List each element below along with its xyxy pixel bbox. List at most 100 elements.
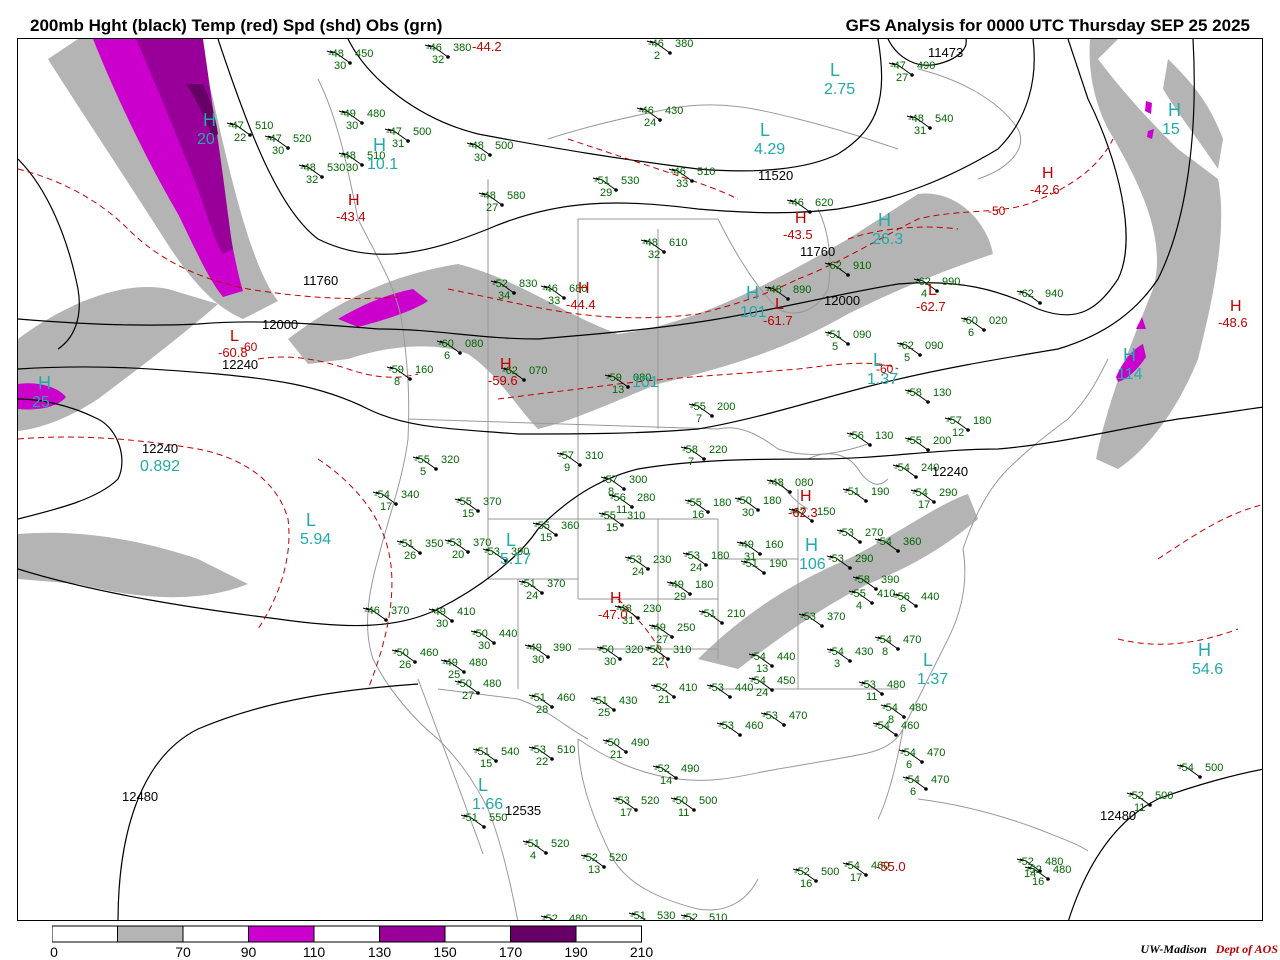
- ob-dewpoint-spread: 20: [452, 549, 464, 561]
- temp-extremum-value: -48.6: [1218, 315, 1248, 330]
- ob-temperature: -54: [882, 702, 898, 714]
- station-ob: -54 470 8: [874, 634, 921, 658]
- station-dot: [932, 500, 936, 504]
- ob-height: 470: [927, 747, 945, 759]
- ob-temperature: -52: [794, 866, 810, 878]
- station-ob: -51 550: [460, 812, 507, 829]
- ob-height: 500: [1155, 790, 1173, 802]
- station-ob: -55 370 15: [454, 496, 501, 520]
- speed-center: L2.75: [824, 60, 855, 98]
- ob-height: 490: [917, 60, 935, 72]
- ob-temperature: -54: [750, 675, 766, 687]
- station-dot: [846, 273, 850, 277]
- station-ob: -57 310 9: [556, 450, 603, 474]
- temp-extremum: H-48.6: [1218, 298, 1248, 330]
- station-dot: [476, 691, 480, 695]
- ob-temperature: -56: [848, 430, 864, 442]
- station-dot: [554, 533, 558, 537]
- ob-temperature: -50: [456, 678, 472, 690]
- station-ob: -55 180 16: [684, 497, 731, 521]
- station-dot: [458, 351, 462, 355]
- ob-height: 090: [925, 340, 943, 352]
- station-dot: [413, 660, 417, 664]
- speed-center-value: 4.29: [754, 141, 785, 158]
- colorbar-segment: [52, 925, 118, 943]
- temp-contour-label: -60: [240, 340, 258, 354]
- station-ob: -48 530 32: [298, 162, 345, 186]
- ob-height: 520: [551, 838, 569, 850]
- ob-temperature: -48: [468, 140, 484, 152]
- station-dot: [788, 490, 792, 494]
- ob-temperature: -48: [768, 477, 784, 489]
- station-ob: -52 500 16: [792, 866, 839, 890]
- ob-temperature: -51: [474, 746, 490, 758]
- temp-extremum: H-42.6: [1030, 165, 1060, 197]
- ob-dewpoint-spread: 13: [588, 864, 600, 876]
- ob-height: 910: [853, 260, 871, 272]
- chart-title-right: GFS Analysis for 0000 UTC Thursday SEP 2…: [845, 16, 1250, 35]
- geography: [317, 68, 1109, 920]
- station-ob: -53 480 11: [858, 679, 905, 703]
- speed-center-letter: H: [1168, 100, 1181, 120]
- ob-temperature: -62: [1018, 288, 1034, 300]
- ob-temperature: -51: [844, 486, 860, 498]
- colorbar-segment: [117, 925, 184, 943]
- speed-center-value: 0.892: [140, 458, 180, 475]
- station-ob: -49 480 30: [338, 108, 385, 132]
- ob-dewpoint-spread: 32: [648, 249, 660, 261]
- station-ob: -47 520 30: [264, 133, 311, 157]
- ob-temperature: -60: [962, 315, 978, 327]
- ob-height: 470: [903, 634, 921, 646]
- ob-height: 080: [465, 338, 483, 350]
- station-ob: -51 430 25: [590, 695, 637, 719]
- station-dot: [1046, 877, 1050, 881]
- ob-temperature: -58: [682, 444, 698, 456]
- station-ob: -55 200: [904, 435, 951, 452]
- ob-temperature: -48: [480, 190, 496, 202]
- ob-dewpoint-spread: 24: [526, 590, 538, 602]
- station-dot: [646, 567, 650, 571]
- station-dot: [690, 179, 694, 183]
- ob-height: 180: [763, 495, 781, 507]
- station-dot: [720, 621, 724, 625]
- ob-height: 490: [631, 737, 649, 749]
- station-ob: -54 460: [872, 720, 919, 737]
- station-dot: [476, 509, 480, 513]
- ob-temperature: -51: [520, 578, 536, 590]
- temp-extremum: -55.0: [876, 859, 906, 874]
- temp-extremum-letter: L: [775, 296, 784, 313]
- station-dot: [550, 705, 554, 709]
- ob-dewpoint-spread: 11: [678, 807, 689, 819]
- ob-dewpoint-spread: 30: [436, 618, 448, 630]
- ob-height: 540: [935, 113, 953, 125]
- ob-temperature: -48: [908, 113, 924, 125]
- ob-dewpoint-spread: 30: [334, 60, 346, 72]
- colorbar-segment: [379, 925, 446, 943]
- station-dot: [492, 641, 496, 645]
- height-contour-label: 11473: [928, 45, 963, 60]
- ob-temperature: -53: [684, 550, 700, 562]
- ob-dewpoint-spread: 13: [612, 384, 624, 396]
- station-dot: [384, 618, 388, 622]
- temp-extremum-value: -55.0: [876, 859, 906, 874]
- ob-height: 210: [727, 608, 745, 620]
- station-ob: -51 370 24: [518, 578, 565, 602]
- ob-temperature: -49: [526, 642, 542, 654]
- station-ob: -50 490 21: [602, 737, 649, 761]
- temp-extremum-letter: H: [795, 210, 807, 227]
- ob-temperature: -50: [736, 495, 752, 507]
- ob-temperature: -55: [414, 454, 430, 466]
- station-ob: -53 180 24: [682, 550, 729, 574]
- station-ob: -55 320 5: [412, 454, 459, 478]
- ob-height: 380: [453, 42, 471, 54]
- ob-height: 180: [713, 497, 731, 509]
- station-dot: [782, 723, 786, 727]
- ob-dewpoint-spread: 16: [1032, 876, 1044, 888]
- station-dot: [924, 787, 928, 791]
- ob-temperature: -51: [524, 838, 540, 850]
- ob-height: 610: [669, 237, 687, 249]
- height-contour-label: 12480: [122, 789, 158, 804]
- station-dot: [540, 591, 544, 595]
- ob-dewpoint-spread: 7: [696, 413, 702, 425]
- height-contour-label: 11520: [758, 168, 793, 183]
